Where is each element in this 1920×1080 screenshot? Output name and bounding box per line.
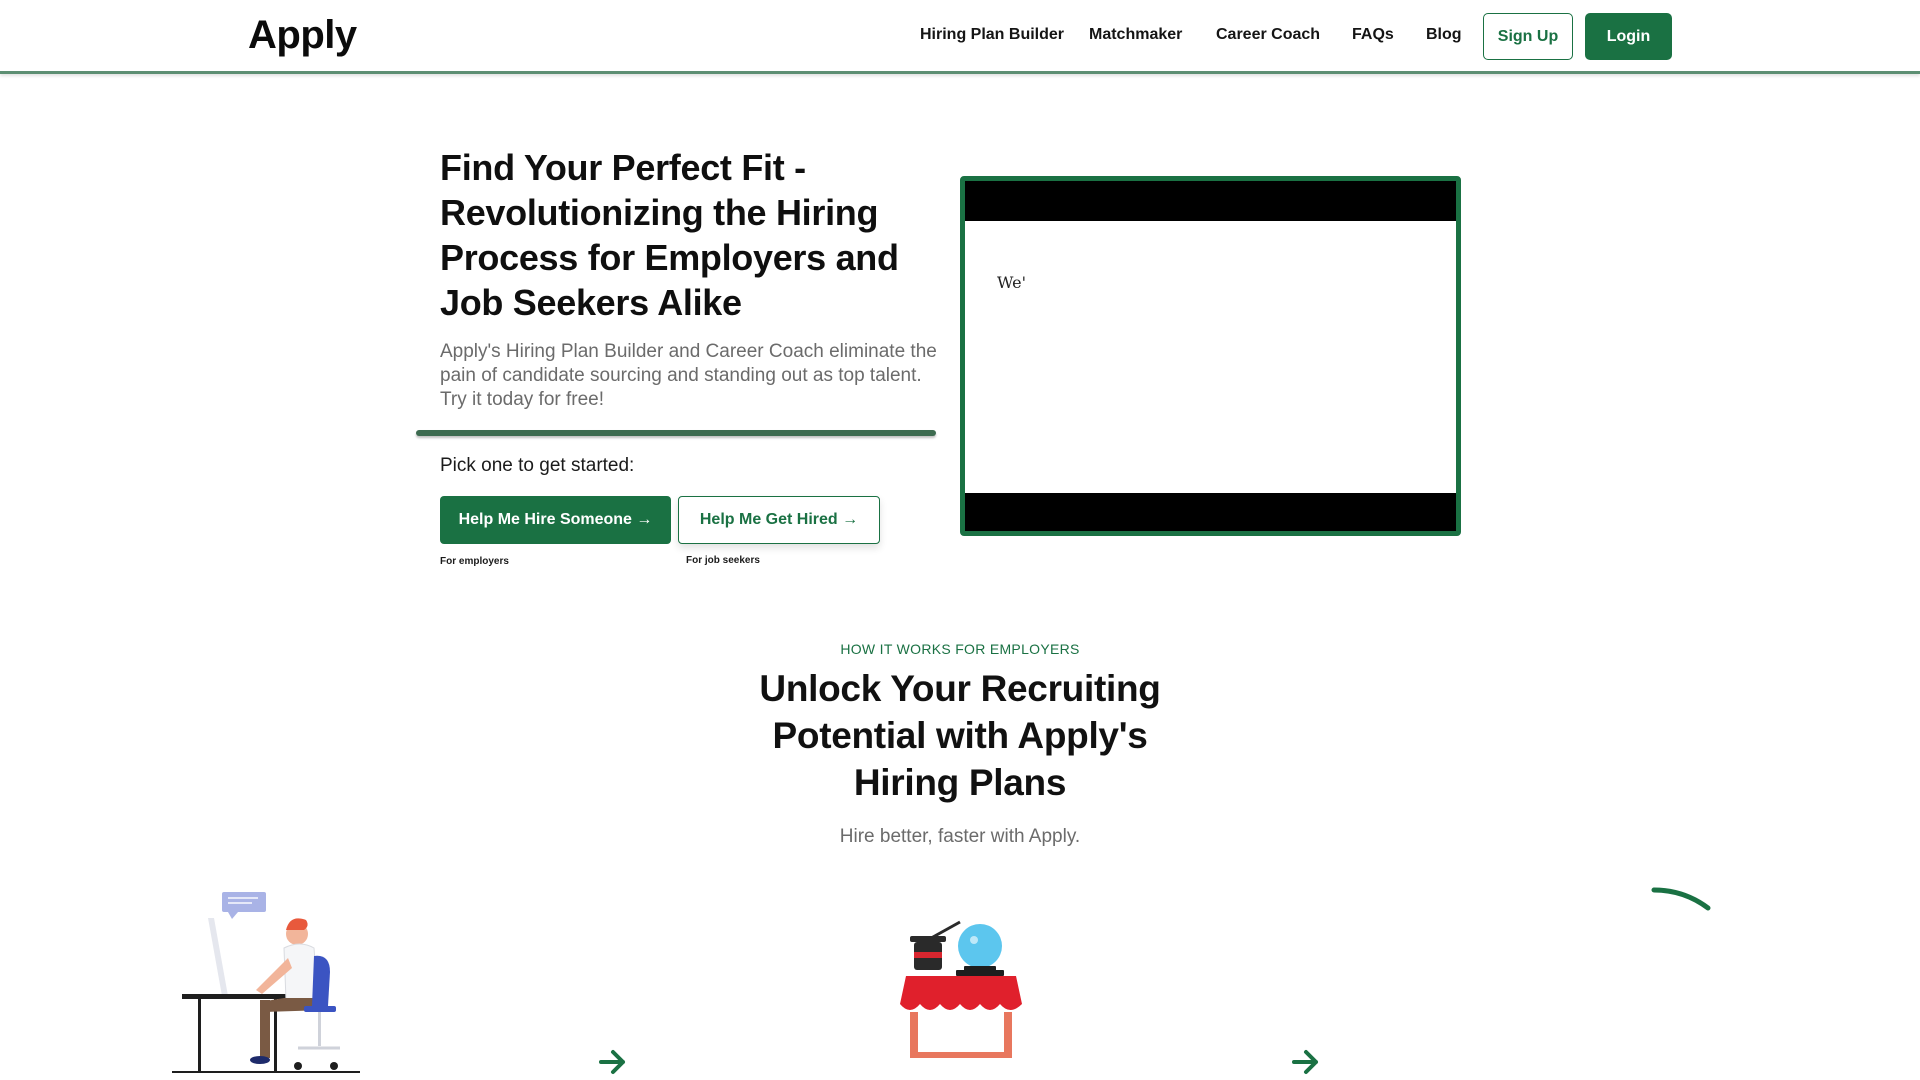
nav-faqs[interactable]: FAQs — [1352, 26, 1394, 44]
sign-up-button[interactable]: Sign Up — [1483, 13, 1573, 60]
loading-arc-icon — [1651, 887, 1711, 911]
arrow-right-icon — [1292, 1050, 1318, 1074]
section-subtitle: Hire better, faster with Apply. — [839, 826, 1081, 847]
video-caption-text: We' — [997, 273, 1027, 292]
section-eyebrow: HOW IT WORKS FOR EMPLOYERS — [840, 641, 1080, 657]
logo[interactable]: Apply — [248, 13, 357, 58]
nav-matchmaker[interactable]: Matchmaker — [1089, 26, 1182, 44]
section-title: Unlock Your Recruiting Potential with Ap… — [759, 668, 1161, 803]
nav-blog[interactable]: Blog — [1426, 26, 1462, 44]
video-letterbox-bottom — [965, 493, 1456, 531]
person-at-desk-illustration — [172, 892, 360, 1073]
job-seekers-caption: For job seekers — [686, 555, 760, 566]
hero-video-player[interactable]: We' — [960, 176, 1461, 536]
help-me-hire-button[interactable]: Help Me Hire Someone → — [440, 496, 671, 544]
hero-subtitle: Apply's Hiring Plan Builder and Career C… — [440, 341, 937, 410]
video-letterbox-top — [965, 181, 1456, 221]
site-header: Apply Hiring Plan Builder Matchmaker Car… — [0, 0, 1920, 74]
magic-hat-crystal-ball-illustration — [900, 920, 1022, 1058]
hero-title: Find Your Perfect Fit - Revolutionizing … — [440, 147, 899, 323]
help-me-get-hired-button[interactable]: Help Me Get Hired → — [678, 496, 880, 544]
nav-career-coach[interactable]: Career Coach — [1216, 26, 1320, 44]
employers-caption: For employers — [440, 556, 509, 567]
hero-divider — [416, 430, 936, 436]
arrow-right-icon — [599, 1050, 625, 1074]
login-button[interactable]: Login — [1585, 13, 1672, 60]
pick-one-label: Pick one to get started: — [440, 455, 635, 476]
nav-hiring-plan-builder[interactable]: Hiring Plan Builder — [920, 26, 1064, 44]
